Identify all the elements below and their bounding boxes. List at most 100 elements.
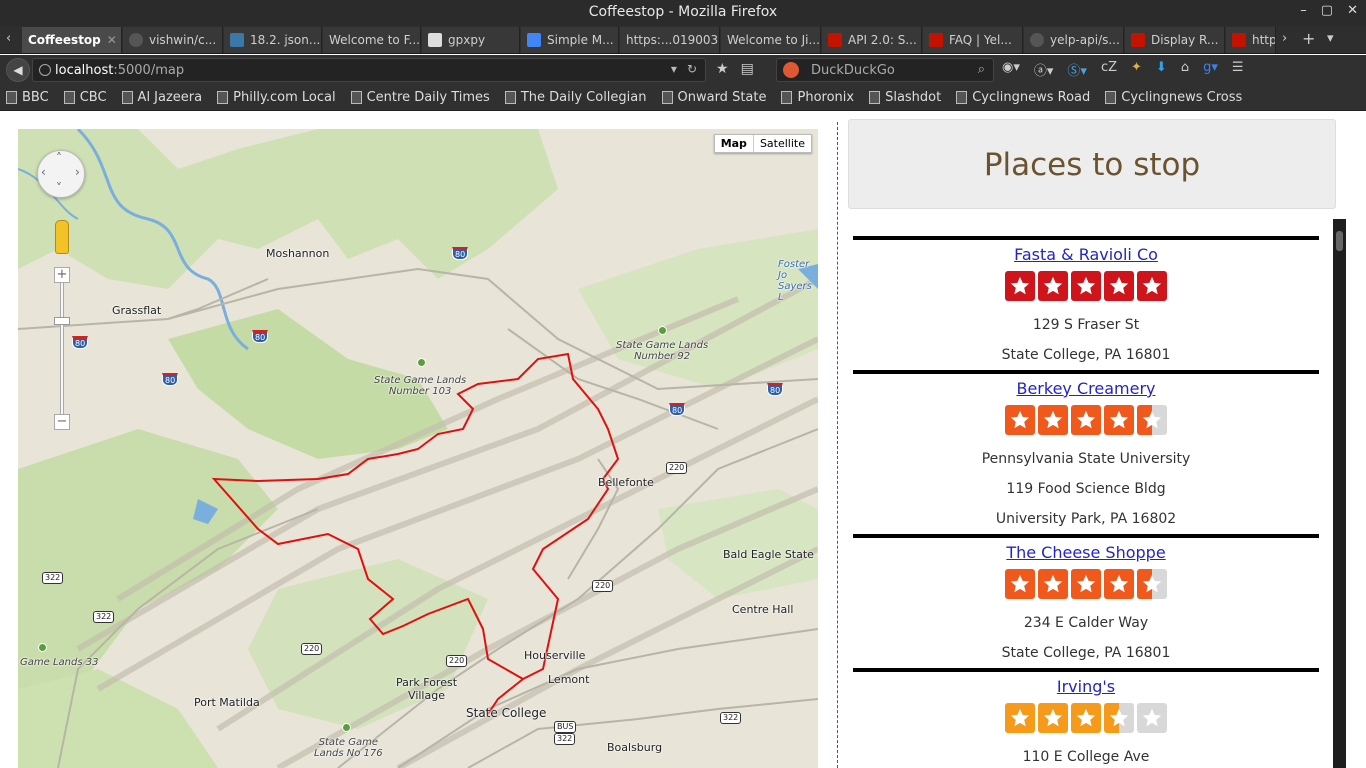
star-rating bbox=[853, 569, 1319, 599]
reload-icon[interactable]: ↻ bbox=[687, 62, 697, 76]
bookmarks-toolbar: BBC CBC Al Jazeera Philly.com Local Cent… bbox=[0, 85, 1366, 111]
pan-left-icon[interactable]: ‹ bbox=[41, 165, 46, 179]
place-name-link[interactable]: The Cheese Shoppe bbox=[853, 543, 1319, 563]
place-address-line: 129 S Fraser St bbox=[1032, 317, 1140, 333]
tab-https[interactable]: https:...019003 bbox=[620, 27, 720, 53]
navigation-bar: ◀ localhost:5000/map ▾ ↻ ★ ▤ DuckDuckGo … bbox=[0, 55, 1366, 85]
tab-faq-yelp[interactable]: FAQ | Yel... bbox=[923, 27, 1023, 53]
bookmark-slashdot[interactable]: Slashdot bbox=[869, 85, 941, 110]
search-icon[interactable]: ⌕ bbox=[978, 62, 985, 77]
map-type-satellite-button[interactable]: Satellite bbox=[754, 135, 811, 152]
tab-simple-m[interactable]: Simple M... bbox=[521, 27, 619, 53]
tab-yelp-api[interactable]: yelp-api/s... bbox=[1024, 27, 1124, 53]
us-322-shield: 322 bbox=[93, 611, 115, 623]
rating-star-icon bbox=[1005, 405, 1035, 435]
download-icon[interactable]: ⬇ bbox=[1156, 60, 1167, 79]
bookmark-onward-state[interactable]: Onward State bbox=[661, 85, 766, 110]
search-input[interactable]: DuckDuckGo ⌕ bbox=[776, 58, 994, 82]
rating-star-icon bbox=[1137, 703, 1167, 733]
maximize-icon[interactable]: ▢ bbox=[1321, 3, 1333, 18]
place-name-link[interactable]: Fasta & Ravioli Co bbox=[853, 245, 1319, 265]
tab-api-2[interactable]: API 2.0: S... bbox=[822, 27, 922, 53]
bookmark-philly-local[interactable]: Philly.com Local bbox=[217, 85, 336, 110]
tab-github-vishwin[interactable]: vishwin/c... bbox=[123, 27, 223, 53]
home-icon[interactable]: ⌂ bbox=[1181, 60, 1189, 79]
map-type-map-button[interactable]: Map bbox=[715, 135, 754, 152]
python-icon bbox=[230, 33, 244, 47]
bookmark-al-jazeera[interactable]: Al Jazeera bbox=[121, 85, 202, 110]
tab-list-icon[interactable]: ▾ bbox=[1327, 31, 1334, 46]
addon-s-icon[interactable]: Ⓢ▾ bbox=[1067, 60, 1087, 79]
google-addon-icon[interactable]: g▾ bbox=[1203, 60, 1218, 79]
tab-scroll-right-icon[interactable]: › bbox=[1282, 31, 1287, 46]
tab-close-icon[interactable]: ✕ bbox=[107, 33, 117, 53]
minimize-icon[interactable]: – bbox=[1300, 3, 1307, 18]
bookmark-page-icon bbox=[661, 91, 673, 104]
street-view-pegman-icon[interactable] bbox=[55, 220, 69, 254]
bookmark-cyclingnews-cross[interactable]: Cyclingnews Cross bbox=[1105, 85, 1242, 110]
bookmark-cbc[interactable]: CBC bbox=[63, 85, 107, 110]
zoom-in-button[interactable]: + bbox=[54, 267, 70, 283]
bookmark-page-icon bbox=[350, 91, 362, 104]
park-icon bbox=[342, 723, 351, 732]
bookmark-page-icon bbox=[869, 91, 881, 104]
rating-star-icon bbox=[1104, 405, 1134, 435]
place-name-link[interactable]: Irving's bbox=[853, 677, 1319, 697]
rating-star-icon bbox=[1038, 569, 1068, 599]
tab-coffeestop[interactable]: Coffeestop ✕ bbox=[22, 27, 122, 53]
zoom-slider-track[interactable] bbox=[60, 281, 64, 419]
bookmark-page-icon bbox=[63, 91, 75, 104]
github-icon bbox=[129, 33, 143, 47]
zoom-out-button[interactable]: − bbox=[54, 414, 70, 430]
map-label-lemont: Lemont bbox=[548, 673, 590, 686]
place-card: The Cheese Shoppe 234 E Calder Way State… bbox=[853, 534, 1319, 668]
pan-right-icon[interactable]: › bbox=[75, 165, 80, 179]
duckduckgo-icon[interactable] bbox=[783, 62, 799, 78]
back-button[interactable]: ◀ bbox=[6, 58, 30, 82]
bookmarks-menu-icon[interactable]: ▤ bbox=[741, 61, 754, 77]
bookmark-star-icon[interactable]: ★ bbox=[716, 61, 729, 77]
places-scrollbar[interactable] bbox=[1333, 219, 1346, 768]
google-icon bbox=[527, 33, 541, 47]
bookmark-bbc[interactable]: BBC bbox=[6, 85, 49, 110]
tab-welcome-f[interactable]: Welcome to F... bbox=[323, 27, 421, 53]
menu-icon[interactable]: ☰ bbox=[1232, 60, 1244, 79]
addon-puzzle-icon[interactable]: ✦ bbox=[1131, 60, 1142, 79]
pan-down-icon[interactable]: ˅ bbox=[56, 181, 62, 195]
pan-control[interactable]: ˄ ˅ ‹ › bbox=[37, 150, 85, 198]
rating-star-icon bbox=[1104, 271, 1134, 301]
url-bar[interactable]: localhost:5000/map ▾ ↻ bbox=[32, 58, 706, 82]
bookmark-page-icon bbox=[956, 91, 968, 104]
scrollbar-thumb[interactable] bbox=[1336, 231, 1343, 251]
bookmark-phoronix[interactable]: Phoronix bbox=[781, 85, 854, 110]
bookmark-daily-collegian[interactable]: The Daily Collegian bbox=[504, 85, 647, 110]
interstate-80-shield: 80 bbox=[452, 247, 469, 260]
new-tab-icon[interactable]: + bbox=[1302, 29, 1315, 48]
place-name-link[interactable]: Berkey Creamery bbox=[853, 379, 1319, 399]
tab-python-json[interactable]: 18.2. json... bbox=[224, 27, 322, 53]
bookmark-cyclingnews-road[interactable]: Cyclingnews Road bbox=[956, 85, 1090, 110]
addon-globe-icon[interactable]: ◉▾ bbox=[1002, 60, 1020, 79]
park-icon bbox=[658, 326, 667, 335]
rating-star-icon bbox=[1137, 271, 1167, 301]
tab-gpxpy[interactable]: gpxpy bbox=[422, 27, 520, 53]
site-identity-icon[interactable] bbox=[39, 64, 51, 76]
park-icon bbox=[417, 358, 426, 367]
yelp-icon bbox=[929, 33, 943, 47]
history-dropdown-icon[interactable]: ▾ bbox=[671, 62, 677, 76]
addon-cz-icon[interactable]: cZ bbox=[1101, 60, 1117, 79]
adblock-icon[interactable]: ⓐ▾ bbox=[1034, 60, 1054, 79]
tab-display-r[interactable]: Display R... bbox=[1125, 27, 1225, 53]
tab-scroll-left-icon[interactable]: ‹ bbox=[6, 31, 11, 46]
close-icon[interactable]: ✕ bbox=[1347, 3, 1358, 18]
pan-up-icon[interactable]: ˄ bbox=[56, 151, 62, 165]
rating-star-icon bbox=[1005, 703, 1035, 733]
zoom-slider-handle[interactable] bbox=[54, 317, 70, 325]
gpx-icon bbox=[428, 33, 442, 47]
bookmark-centre-daily-times[interactable]: Centre Daily Times bbox=[350, 85, 490, 110]
tab-http[interactable]: http bbox=[1226, 27, 1276, 53]
route-map[interactable]: Moshannon Grassflat State Game Lands Num… bbox=[18, 129, 818, 768]
map-label-sgl176: State Game Lands No 176 bbox=[314, 737, 383, 759]
rating-star-icon bbox=[1104, 703, 1134, 733]
tab-welcome-ji[interactable]: Welcome to Ji... bbox=[721, 27, 821, 53]
